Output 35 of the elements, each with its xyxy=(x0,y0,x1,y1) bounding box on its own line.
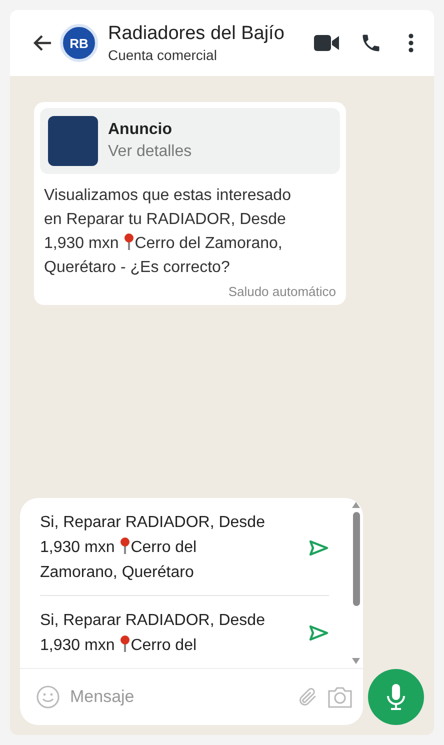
suggestion-text: 1,930 mxn xyxy=(40,637,115,654)
scroll-up-icon[interactable] xyxy=(352,502,360,508)
phone-icon[interactable] xyxy=(360,32,382,54)
emoji-icon[interactable] xyxy=(36,685,60,709)
camera-icon[interactable] xyxy=(327,685,353,709)
video-call-icon[interactable] xyxy=(314,34,340,52)
pin-icon xyxy=(124,233,134,251)
account-type: Cuenta comercial xyxy=(108,47,218,63)
microphone-icon xyxy=(386,683,406,711)
message-text: en Reparar tu RADIADOR, Desde xyxy=(44,211,286,228)
ad-thumbnail xyxy=(48,116,98,166)
message-text: Querétaro - ¿Es correcto? xyxy=(44,259,230,276)
pin-icon xyxy=(120,635,130,653)
message-text: 1,930 mxn xyxy=(44,235,119,252)
auto-greeting-label: Saludo automático xyxy=(227,283,337,299)
ad-title: Anuncio xyxy=(108,121,173,139)
contact-name: Radiadores del Bajío xyxy=(108,23,286,45)
send-icon[interactable] xyxy=(309,625,329,641)
send-icon[interactable] xyxy=(309,540,329,556)
back-arrow-icon[interactable] xyxy=(32,34,52,52)
suggestion-text: Cerro del xyxy=(130,637,197,654)
message-text: Visualizamos que estas interesado xyxy=(44,187,291,204)
suggestion-text: Cerro del xyxy=(130,539,197,556)
suggestion-text: Si, Reparar RADIADOR, Desde xyxy=(40,612,265,629)
avatar-initials: RB xyxy=(70,36,88,50)
suggestion-text: 1,930 mxn xyxy=(40,539,115,556)
message-text: Cerro del Zamorano, xyxy=(134,235,282,252)
more-options-icon[interactable] xyxy=(408,33,414,53)
suggestion-text: Si, Reparar RADIADOR, Desde xyxy=(40,514,265,531)
details-link[interactable]: Ver detalles xyxy=(108,143,192,161)
suggestion-text: Zamorano, Querétaro xyxy=(40,564,194,581)
pin-icon xyxy=(120,537,130,555)
ad-preview[interactable]: Anuncio Ver detalles xyxy=(40,108,340,174)
scroll-down-icon[interactable] xyxy=(352,658,360,664)
business-avatar[interactable]: RB xyxy=(60,24,98,62)
